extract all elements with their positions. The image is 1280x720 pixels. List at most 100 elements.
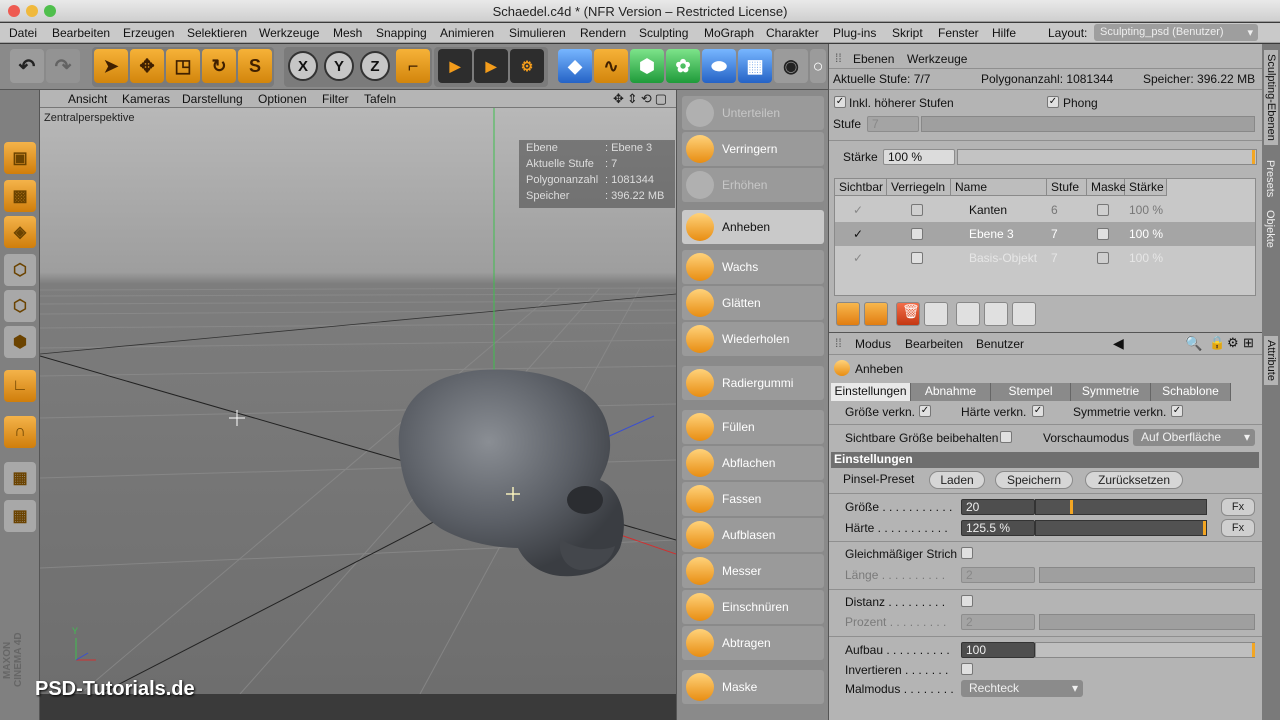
column-header-mask[interactable]: Maske xyxy=(1087,179,1126,196)
build-up-field[interactable]: 100 xyxy=(961,642,1035,658)
reset-preset-button[interactable]: Zurücksetzen xyxy=(1085,471,1183,489)
tab-ebenen[interactable]: Ebenen xyxy=(853,52,894,66)
add-folder-button[interactable] xyxy=(864,302,888,326)
options-icon[interactable]: ⚙ xyxy=(1227,335,1239,351)
size-knob[interactable] xyxy=(1070,500,1073,514)
strength-knob[interactable] xyxy=(1252,150,1255,164)
column-header-strength[interactable]: Stärke xyxy=(1125,179,1167,196)
viewport-navigation-icons[interactable]: ✥⇕⟲▢ xyxy=(613,91,670,107)
level-slider[interactable] xyxy=(921,116,1255,132)
hardness-knob[interactable] xyxy=(1203,521,1206,535)
x-axis-lock-button[interactable]: X xyxy=(288,51,318,81)
brush-fassen-button[interactable]: Fassen xyxy=(682,482,824,516)
back-arrow-icon[interactable]: ◀ xyxy=(1113,335,1124,352)
points-mode-button[interactable]: ⬡ xyxy=(4,254,36,286)
hardness-field[interactable]: 125.5 % xyxy=(961,520,1035,536)
copy-layer-button[interactable] xyxy=(956,302,980,326)
add-layer-button[interactable] xyxy=(836,302,860,326)
column-header-visible[interactable]: Sichtbar xyxy=(835,179,887,196)
render-picture-viewer-button[interactable]: ▶ xyxy=(474,49,508,83)
brush-abflachen-button[interactable]: Abflachen xyxy=(682,446,824,480)
percent-slider[interactable] xyxy=(1039,614,1255,630)
menu-sculpting[interactable]: Sculpting xyxy=(639,26,688,40)
viewport-menu-kameras[interactable]: Kameras xyxy=(122,92,170,106)
save-preset-button[interactable]: Speichern xyxy=(995,471,1073,489)
side-tab-sculpting-layers[interactable]: Sculpting-Ebenen xyxy=(1264,50,1278,145)
brush-radiergummi-button[interactable]: Radiergummi xyxy=(682,366,824,400)
light-button[interactable]: ○ xyxy=(810,49,826,83)
lock-checkbox[interactable] xyxy=(911,252,923,264)
length-slider[interactable] xyxy=(1039,567,1255,583)
render-settings-button[interactable]: ⚙ xyxy=(510,49,544,83)
delete-layer-button[interactable]: 🗑 xyxy=(896,302,920,326)
rotate-tool-button[interactable]: ↻ xyxy=(202,49,236,83)
brush-verringern-button[interactable]: Verringern xyxy=(682,132,824,166)
menu-selektieren[interactable]: Selektieren xyxy=(187,26,247,40)
layout-select[interactable]: Sculpting_psd (Benutzer) ▾ xyxy=(1094,24,1258,41)
size-link-checkbox[interactable]: ✓ xyxy=(919,405,931,417)
phong-checkbox[interactable]: ✓ xyxy=(1047,96,1059,108)
size-field[interactable]: 20 xyxy=(961,499,1035,515)
edges-mode-button[interactable]: ⬡ xyxy=(4,290,36,322)
side-tab-attributes[interactable]: Attribute xyxy=(1264,336,1278,385)
column-header-level[interactable]: Stufe xyxy=(1047,179,1087,196)
menu-bearbeiten[interactable]: Bearbeiten xyxy=(52,26,110,40)
side-tab-presets[interactable]: Presets xyxy=(1264,160,1276,197)
visible-check[interactable]: ✓ xyxy=(853,227,863,241)
texture-mode-button[interactable]: ▩ xyxy=(4,180,36,212)
skull-model[interactable] xyxy=(398,369,624,577)
brush-aufblasen-button[interactable]: Aufblasen xyxy=(682,518,824,552)
layer-row-selected[interactable]: ✓ Ebene 3 7 100 % xyxy=(835,222,1255,246)
menu-hilfe[interactable]: Hilfe xyxy=(992,26,1016,40)
move-tool-button[interactable]: ✥ xyxy=(130,49,164,83)
menu-erzeugen[interactable]: Erzeugen xyxy=(123,26,174,40)
menu-mograph[interactable]: MoGraph xyxy=(704,26,754,40)
merge-visible-button[interactable] xyxy=(1012,302,1036,326)
brush-füllen-button[interactable]: Füllen xyxy=(682,410,824,444)
workplane-lock-button[interactable]: ▦ xyxy=(4,462,36,494)
select-tool-button[interactable]: ➤ xyxy=(94,49,128,83)
brush-glätten-button[interactable]: Glätten xyxy=(682,286,824,320)
mask-checkbox[interactable] xyxy=(1097,228,1109,240)
brush-unterteilen-button[interactable]: Unterteilen xyxy=(682,96,824,130)
side-tab-objects[interactable]: Objekte xyxy=(1264,210,1276,248)
visible-check[interactable]: ✓ xyxy=(853,251,863,265)
search-icon[interactable]: 🔍 xyxy=(1185,335,1202,352)
paint-mode-dropdown[interactable]: Rechteck ▾ xyxy=(961,680,1083,697)
mask-checkbox[interactable] xyxy=(1097,252,1109,264)
snap-button[interactable]: ∩ xyxy=(4,416,36,448)
render-view-button[interactable]: ▶ xyxy=(438,49,472,83)
column-header-name[interactable]: Name xyxy=(951,179,1047,196)
symmetry-link-checkbox[interactable]: ✓ xyxy=(1171,405,1183,417)
viewport-menu-optionen[interactable]: Optionen xyxy=(258,92,307,106)
column-header-lock[interactable]: Verriegeln xyxy=(887,179,951,196)
z-axis-lock-button[interactable]: Z xyxy=(360,51,390,81)
merge-down-button[interactable] xyxy=(984,302,1008,326)
brush-erhöhen-button[interactable]: Erhöhen xyxy=(682,168,824,202)
uniform-stroke-checkbox[interactable] xyxy=(961,547,973,559)
menu-rendern[interactable]: Rendern xyxy=(580,26,626,40)
hardness-slider[interactable] xyxy=(1035,520,1207,536)
lock-checkbox[interactable] xyxy=(911,228,923,240)
sculpt-tool-button[interactable]: S xyxy=(238,49,272,83)
viewport-menu-darstellung[interactable]: Darstellung xyxy=(182,92,243,106)
brush-einschnüren-button[interactable]: Einschnüren xyxy=(682,590,824,624)
camera-button[interactable]: ◉ xyxy=(774,49,808,83)
menu-snapping[interactable]: Snapping xyxy=(376,26,427,40)
deformer-button[interactable]: ⬬ xyxy=(702,49,736,83)
lock-checkbox[interactable] xyxy=(911,204,923,216)
attr-menu-benutzer[interactable]: Benutzer xyxy=(976,337,1024,351)
brush-anheben-button[interactable]: Anheben xyxy=(682,210,824,244)
generator-button[interactable]: ⬢ xyxy=(630,49,664,83)
tab-abnahme[interactable]: Abnahme xyxy=(911,383,991,401)
spline-button[interactable]: ∿ xyxy=(594,49,628,83)
environment-button[interactable]: ▦ xyxy=(738,49,772,83)
brush-wiederholen-button[interactable]: Wiederholen xyxy=(682,322,824,356)
brush-wachs-button[interactable]: Wachs xyxy=(682,250,824,284)
cube-object-button[interactable]: ◆ xyxy=(558,49,592,83)
mograph-button[interactable]: ✿ xyxy=(666,49,700,83)
brush-abtragen-button[interactable]: Abtragen xyxy=(682,626,824,660)
strength-slider[interactable] xyxy=(957,149,1257,165)
tab-werkzeuge[interactable]: Werkzeuge xyxy=(907,52,967,66)
menu-datei[interactable]: Datei xyxy=(9,26,37,40)
